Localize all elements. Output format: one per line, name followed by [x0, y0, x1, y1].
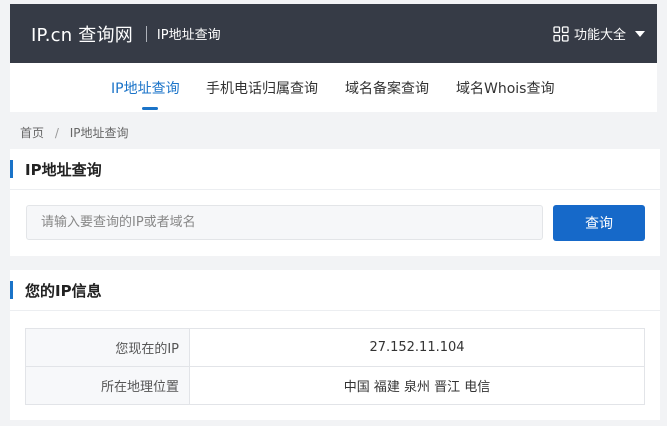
active-tab-indicator [142, 107, 158, 110]
query-button[interactable]: 查询 [553, 205, 645, 241]
header-divider [145, 25, 147, 42]
ip-info-table: 您现在的IP 27.152.11.104 所在地理位置 中国 福建 泉州 晋江 … [25, 328, 645, 405]
ip-search-input[interactable] [26, 205, 543, 240]
grid-icon [553, 25, 569, 42]
title-accent-bar [10, 281, 13, 299]
title-accent-bar [10, 160, 13, 178]
my-ip-info-card: 您的IP信息 您现在的IP 27.152.11.104 所在地理位置 中国 福建… [10, 270, 660, 420]
breadcrumb: 首页 / IP地址查询 [20, 124, 129, 141]
breadcrumb-separator: / [54, 126, 59, 140]
site-logo-text[interactable]: IP.cn 查询网 [31, 21, 133, 47]
tab-ip-lookup[interactable]: IP地址查询 [111, 78, 180, 98]
tab-phone-lookup[interactable]: 手机电话归属查询 [206, 78, 318, 98]
ip-value: 27.152.11.104 [189, 328, 645, 367]
ip-query-card: IP地址查询 查询 [10, 149, 660, 256]
features-menu-label: 功能大全 [573, 28, 626, 43]
breadcrumb-current: IP地址查询 [69, 126, 129, 140]
location-value: 中国 福建 泉州 晋江 电信 [189, 366, 645, 405]
top-header: IP.cn 查询网 IP地址查询 功能大全 [10, 4, 657, 63]
my-ip-title: 您的IP信息 [25, 282, 102, 300]
tab-icp-lookup[interactable]: 域名备案查询 [345, 78, 429, 98]
tab-whois-lookup[interactable]: 域名Whois查询 [456, 78, 554, 98]
table-row: 您现在的IP 27.152.11.104 [25, 328, 645, 367]
ip-label: 您现在的IP [25, 328, 190, 367]
breadcrumb-home[interactable]: 首页 [20, 126, 44, 140]
card-header: IP地址查询 [10, 149, 660, 190]
caret-down-icon [635, 30, 645, 37]
ip-query-title: IP地址查询 [25, 161, 102, 179]
main-nav: IP地址查询 手机电话归属查询 域名备案查询 域名Whois查询 [10, 63, 657, 112]
card-header: 您的IP信息 [10, 270, 660, 311]
location-label: 所在地理位置 [25, 366, 190, 405]
header-subtitle: IP地址查询 [156, 28, 221, 43]
features-menu-button[interactable]: 功能大全 [553, 24, 645, 43]
table-row: 所在地理位置 中国 福建 泉州 晋江 电信 [25, 366, 645, 405]
